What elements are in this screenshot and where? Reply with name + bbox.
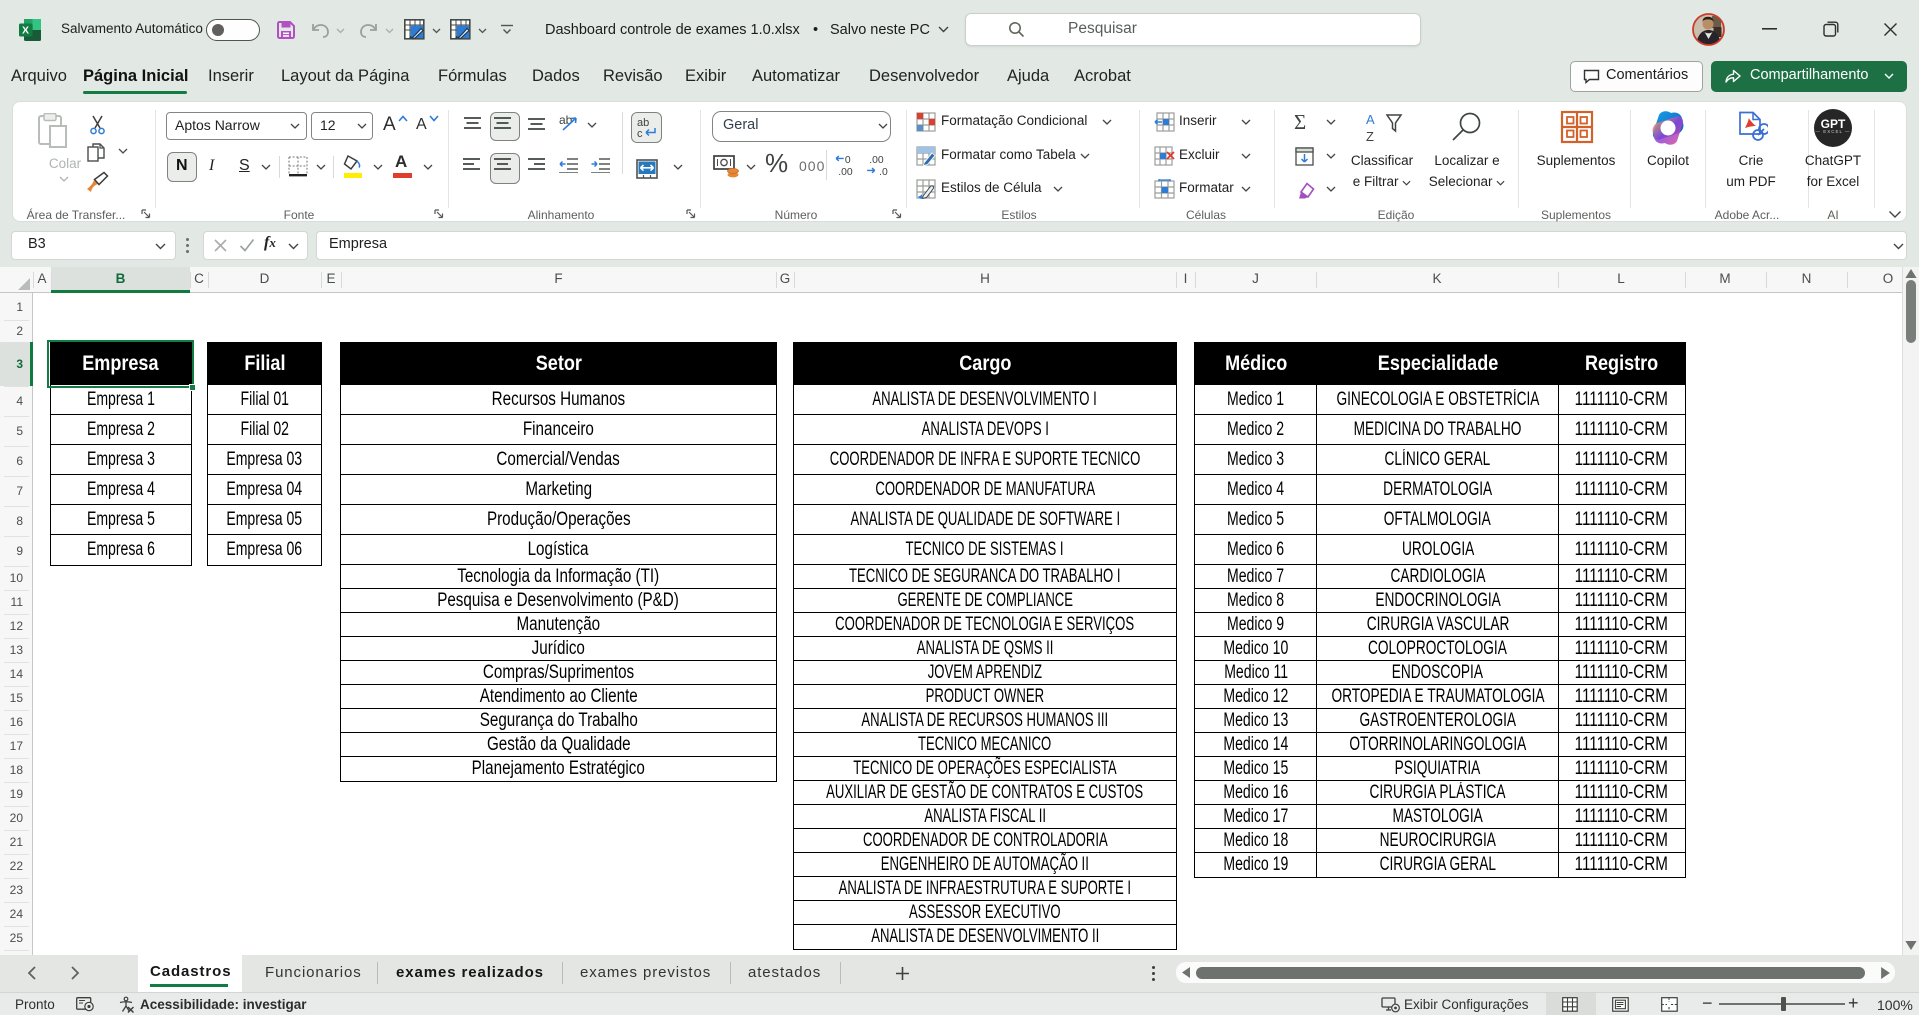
svg-text:.0: .0 [879,167,888,177]
svg-text:0: 0 [845,155,851,166]
svg-text:c: c [637,128,643,140]
svg-text:Z: Z [1366,129,1374,144]
svg-text:.00: .00 [838,167,853,177]
svg-text:ab: ab [559,113,573,127]
svg-text:X: X [22,25,29,37]
svg-text:.00: .00 [869,155,884,166]
svg-text:A: A [1366,112,1375,127]
